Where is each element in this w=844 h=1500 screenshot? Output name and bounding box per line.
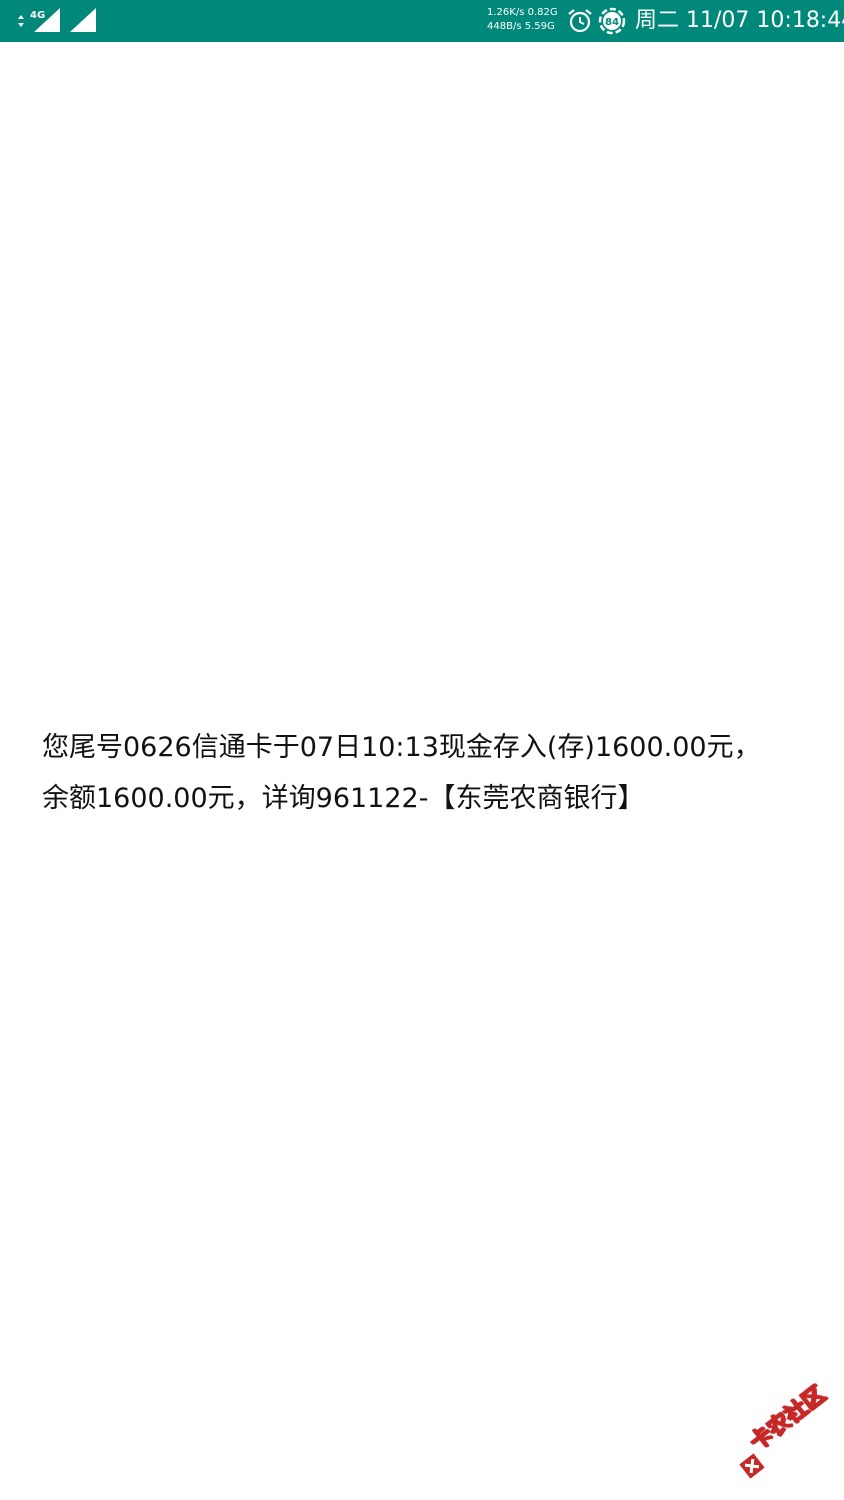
signal-4g-icon: 4G bbox=[30, 8, 60, 32]
weekday-label: 周二 bbox=[635, 8, 680, 33]
battery-icon: 84 bbox=[598, 7, 626, 35]
watermark: 卡农社区 bbox=[738, 1381, 842, 1488]
battery-level: 84 bbox=[605, 17, 619, 28]
signal-strength-icon bbox=[70, 8, 96, 32]
signal-icons: 4G bbox=[18, 8, 96, 32]
datetime-label: 11/07 10:18:44 bbox=[686, 8, 844, 33]
network-type-label: 4G bbox=[30, 10, 45, 21]
status-bar: 4G 1.26K/s 0.82G 448B/s 5.59G 84 周二 11/0… bbox=[0, 0, 844, 42]
message-line-1: 您尾号0626信通卡于07日10:13现金存入(存)1600.00元， bbox=[42, 732, 761, 763]
alarm-clock-icon bbox=[568, 9, 592, 33]
message-line-2: 余额1600.00元，详询961122-【东莞农商银行】 bbox=[42, 783, 645, 814]
upload-speed: 1.26K/s bbox=[487, 7, 525, 18]
data-activity-icon bbox=[18, 15, 24, 27]
upload-total: 0.82G bbox=[527, 7, 558, 18]
network-speed: 1.26K/s 0.82G 448B/s 5.59G bbox=[487, 6, 558, 34]
download-total: 5.59G bbox=[524, 21, 555, 32]
download-speed: 448B/s bbox=[487, 21, 522, 32]
sms-message: 您尾号0626信通卡于07日10:13现金存入(存)1600.00元， 余额16… bbox=[42, 722, 802, 824]
status-clock: 周二 11/07 10:18:44 bbox=[635, 7, 844, 35]
